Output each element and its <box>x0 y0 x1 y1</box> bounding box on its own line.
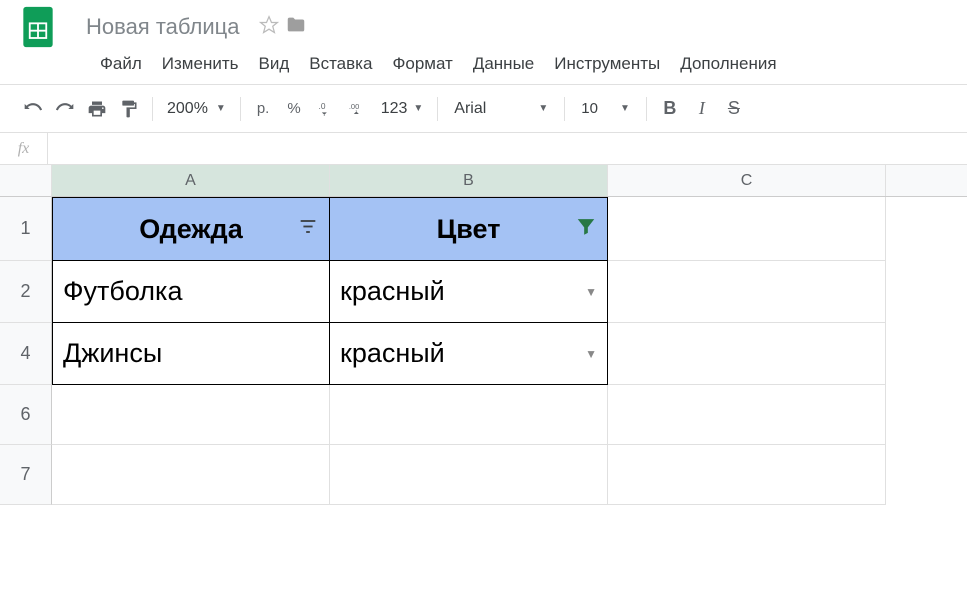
cell-text: Одежда <box>139 214 242 245</box>
chevron-down-icon[interactable]: ▼ <box>585 285 597 299</box>
cell[interactable] <box>608 197 886 261</box>
spreadsheet-grid: A B C 1 Одежда Цвет 2 Футболка <box>0 165 967 505</box>
percent-button[interactable]: % <box>279 100 308 117</box>
menu-addons[interactable]: Дополнения <box>670 50 786 78</box>
cell[interactable] <box>52 385 330 445</box>
undo-button[interactable] <box>18 94 48 124</box>
strikethrough-button[interactable]: S <box>719 94 749 124</box>
cell[interactable] <box>608 445 886 505</box>
font-size-select[interactable]: 10▼ <box>573 100 638 117</box>
paint-format-button[interactable] <box>114 94 144 124</box>
table-row: 7 <box>0 445 967 505</box>
cell[interactable] <box>608 385 886 445</box>
menu-file[interactable]: Файл <box>86 50 152 78</box>
chevron-down-icon[interactable]: ▼ <box>585 347 597 361</box>
chevron-down-icon: ▼ <box>413 103 423 114</box>
star-icon[interactable] <box>259 15 279 40</box>
row-header[interactable]: 1 <box>0 197 52 261</box>
table-row: 6 <box>0 385 967 445</box>
menubar: Файл Изменить Вид Вставка Формат Данные … <box>0 46 967 84</box>
row-header[interactable]: 4 <box>0 323 52 385</box>
header-cell-clothes[interactable]: Одежда <box>52 197 330 261</box>
cell[interactable] <box>330 385 608 445</box>
menu-format[interactable]: Формат <box>382 50 462 78</box>
header-cell-color[interactable]: Цвет <box>330 197 608 261</box>
column-header-c[interactable]: C <box>608 165 886 196</box>
filter-active-icon[interactable] <box>575 214 597 245</box>
cell[interactable] <box>330 445 608 505</box>
increase-decimal-button[interactable]: .00 <box>343 94 373 124</box>
cell-text: Футболка <box>63 276 182 307</box>
cell[interactable] <box>52 445 330 505</box>
table-row: 2 Футболка красный ▼ <box>0 261 967 323</box>
table-row: 4 Джинсы красный ▼ <box>0 323 967 385</box>
column-header-b[interactable]: B <box>330 165 608 196</box>
menu-edit[interactable]: Изменить <box>152 50 249 78</box>
svg-text:.00: .00 <box>349 102 359 111</box>
filter-icon[interactable] <box>297 214 319 245</box>
cell[interactable]: Футболка <box>52 261 330 323</box>
cell-text: красный <box>340 338 445 369</box>
row-header[interactable]: 7 <box>0 445 52 505</box>
cell[interactable] <box>608 323 886 385</box>
fx-icon: fx <box>0 133 48 164</box>
cell-text: Джинсы <box>63 338 162 369</box>
row-header[interactable]: 6 <box>0 385 52 445</box>
zoom-select[interactable]: 200%▼ <box>161 100 232 118</box>
svg-text:.0: .0 <box>318 101 325 111</box>
column-header-a[interactable]: A <box>52 165 330 196</box>
cell[interactable]: красный ▼ <box>330 261 608 323</box>
folder-icon[interactable] <box>285 14 307 41</box>
chevron-down-icon: ▼ <box>538 103 548 114</box>
doc-title[interactable]: Новая таблица <box>86 14 239 40</box>
font-select[interactable]: Arial▼ <box>446 100 556 118</box>
row-header[interactable]: 2 <box>0 261 52 323</box>
formula-input[interactable] <box>48 133 967 164</box>
italic-button[interactable]: I <box>687 94 717 124</box>
sheets-logo-icon <box>18 7 58 47</box>
chevron-down-icon: ▼ <box>620 103 630 114</box>
currency-button[interactable]: р. <box>249 100 278 117</box>
decrease-decimal-button[interactable]: .0 <box>311 94 341 124</box>
cell[interactable] <box>608 261 886 323</box>
menu-data[interactable]: Данные <box>463 50 544 78</box>
formula-bar: fx <box>0 133 967 165</box>
menu-insert[interactable]: Вставка <box>299 50 382 78</box>
cell-text: Цвет <box>437 214 501 245</box>
cell-text: красный <box>340 276 445 307</box>
select-all-corner[interactable] <box>0 165 52 197</box>
redo-button[interactable] <box>50 94 80 124</box>
menu-view[interactable]: Вид <box>248 50 299 78</box>
number-format-select[interactable]: 123▼ <box>375 100 430 118</box>
menu-tools[interactable]: Инструменты <box>544 50 670 78</box>
table-row: 1 Одежда Цвет <box>0 197 967 261</box>
cell[interactable]: Джинсы <box>52 323 330 385</box>
toolbar: 200%▼ р. % .0 .00 123▼ Arial▼ 10▼ B I S <box>0 85 967 133</box>
bold-button[interactable]: B <box>655 94 685 124</box>
cell[interactable]: красный ▼ <box>330 323 608 385</box>
chevron-down-icon: ▼ <box>216 103 226 114</box>
print-button[interactable] <box>82 94 112 124</box>
